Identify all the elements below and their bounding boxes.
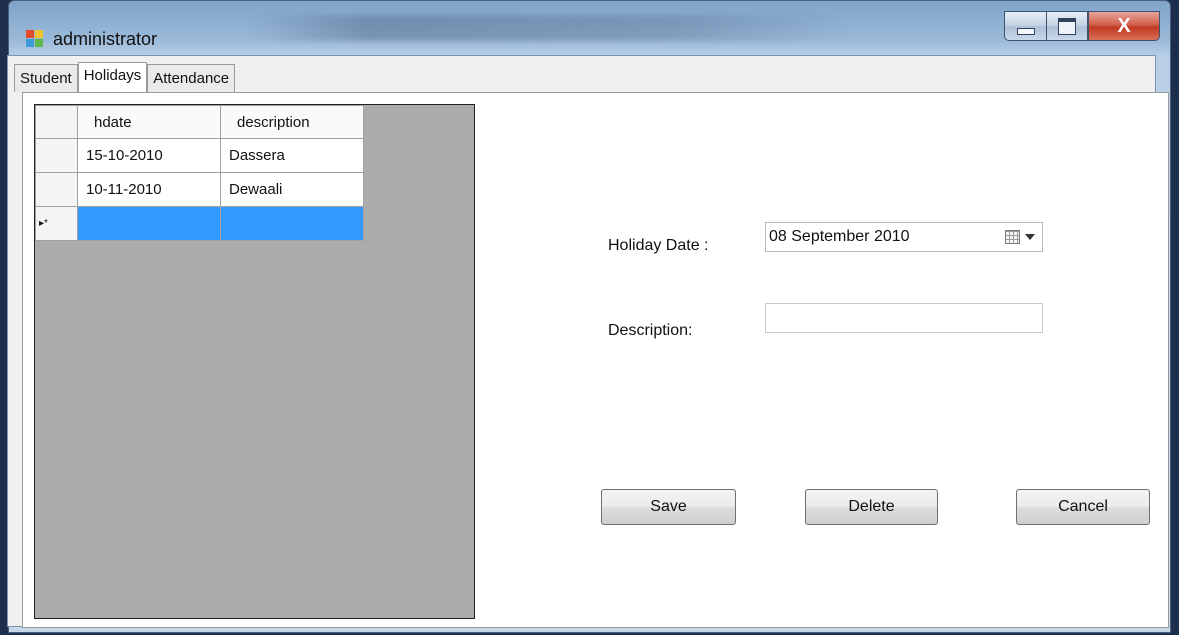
calendar-icon[interactable] [1005,230,1020,244]
maximize-button[interactable] [1046,11,1088,41]
grid-table: hdate description 15-10-2010 Dassera 10-… [35,105,364,241]
tab-holidays[interactable]: Holidays [77,62,148,93]
cancel-button[interactable]: Cancel [1016,489,1150,525]
title-bar[interactable]: administrator X [9,1,1170,55]
title-bar-background [249,15,849,41]
close-icon: X [1117,14,1131,37]
column-header-description[interactable]: description [220,105,364,139]
minimize-button[interactable] [1004,11,1046,41]
cell-hdate[interactable] [77,206,221,241]
holidays-data-grid[interactable]: hdate description 15-10-2010 Dassera 10-… [34,104,475,619]
application-icon[interactable] [26,30,44,48]
tab-student[interactable]: Student [14,64,78,92]
description-input[interactable] [765,303,1043,333]
table-row[interactable]: 15-10-2010 Dassera [35,138,364,173]
cell-hdate[interactable]: 10-11-2010 [77,172,221,207]
close-button[interactable]: X [1088,11,1160,41]
row-header-corner[interactable] [35,105,78,139]
table-row[interactable]: 10-11-2010 Dewaali [35,172,364,207]
grid-header-row: hdate description [35,105,364,139]
column-header-hdate[interactable]: hdate [77,105,221,139]
cell-description[interactable]: Dewaali [220,172,364,207]
new-row[interactable]: ▸* [35,206,364,241]
maximize-icon [1058,17,1076,35]
chevron-down-icon[interactable] [1025,234,1035,240]
caption-buttons: X [1004,11,1160,43]
minimize-icon [1016,27,1035,35]
holiday-date-picker[interactable]: 08 September 2010 [765,222,1043,252]
holiday-date-value: 08 September 2010 [769,228,910,245]
save-button[interactable]: Save [601,489,736,525]
row-header[interactable] [35,138,78,173]
tab-attendance[interactable]: Attendance [147,64,236,92]
description-label: Description: [608,322,693,339]
tab-strip: Student Holidays Attendance [14,62,236,93]
cell-description[interactable] [220,206,364,241]
cell-description[interactable]: Dassera [220,138,364,173]
new-row-indicator-icon[interactable]: ▸* [35,206,78,241]
holiday-date-label: Holiday Date : [608,237,709,254]
delete-button[interactable]: Delete [805,489,938,525]
cell-hdate[interactable]: 15-10-2010 [77,138,221,173]
window-title: administrator [53,29,158,49]
row-header[interactable] [35,172,78,207]
